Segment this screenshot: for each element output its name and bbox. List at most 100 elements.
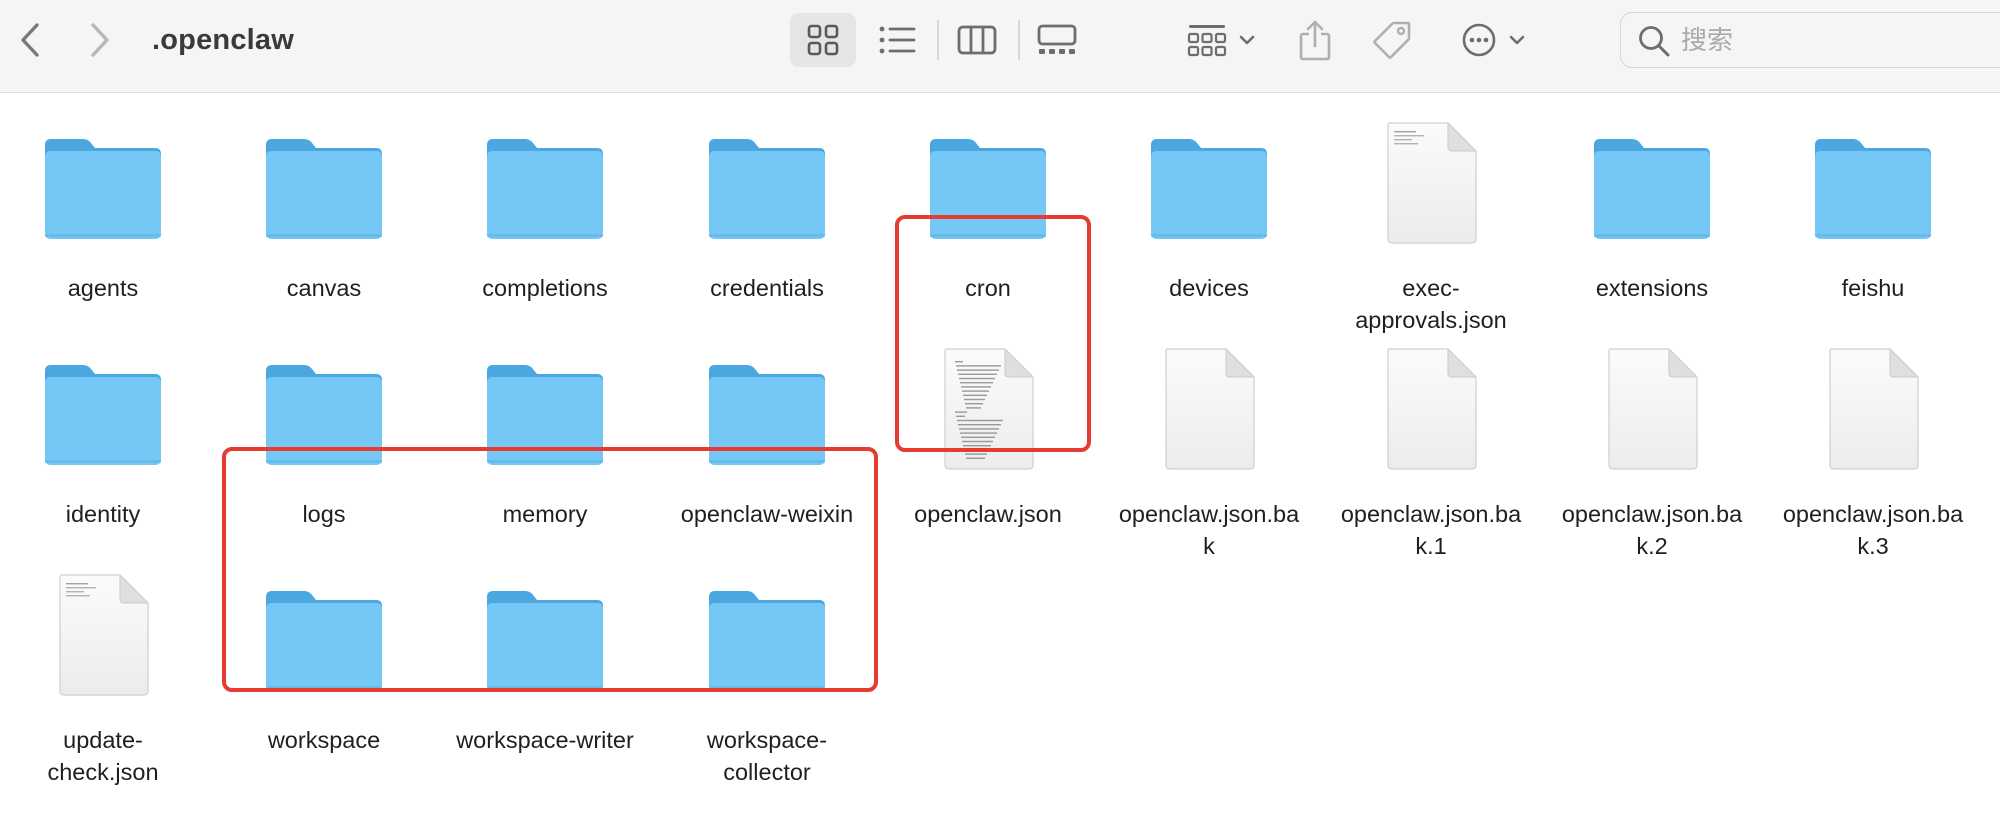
file-item-label-line: k.1 bbox=[1415, 533, 1447, 559]
file-item-label: openclaw.json bbox=[885, 498, 1091, 530]
document-icon bbox=[1106, 329, 1312, 479]
file-item-credentials[interactable]: credentials bbox=[664, 103, 870, 313]
file-item-openclaw-json-bak-2[interactable]: openclaw.json.ba k.2 bbox=[1549, 329, 1755, 559]
file-item-label-line: openclaw.json.ba bbox=[1118, 501, 1300, 527]
file-item-label-line: feishu bbox=[1841, 275, 1905, 301]
folder-icon bbox=[1770, 103, 1976, 253]
file-item-label: agents bbox=[0, 272, 206, 304]
file-item-label: workspace bbox=[221, 724, 427, 756]
more-actions-button[interactable] bbox=[1448, 13, 1538, 67]
file-item-label-line: workspace-writer bbox=[456, 727, 634, 753]
file-item-label: canvas bbox=[221, 272, 427, 304]
search-input[interactable] bbox=[1679, 21, 1983, 61]
window-title: .openclaw bbox=[152, 24, 294, 56]
folder-icon bbox=[664, 103, 870, 253]
folder-icon bbox=[442, 555, 648, 705]
file-item-openclaw-json[interactable]: openclaw.json bbox=[885, 329, 1091, 539]
search-field[interactable] bbox=[1620, 12, 2000, 68]
gallery-view-button[interactable] bbox=[1024, 13, 1090, 67]
file-item-label: update-check.json bbox=[0, 724, 206, 788]
share-icon bbox=[1298, 19, 1332, 61]
file-item-logs[interactable]: logs bbox=[221, 329, 427, 539]
file-item-label: devices bbox=[1106, 272, 1312, 304]
folder-icon bbox=[664, 555, 870, 705]
file-item-agents[interactable]: agents bbox=[0, 103, 206, 313]
file-item-openclaw-weixin[interactable]: openclaw-weixin bbox=[664, 329, 870, 539]
file-item-canvas[interactable]: canvas bbox=[221, 103, 427, 313]
group-icon bbox=[1187, 23, 1227, 57]
folder-icon bbox=[0, 329, 206, 479]
document-icon bbox=[1328, 103, 1534, 253]
chevron-down-icon bbox=[1509, 34, 1525, 46]
gallery-view-icon bbox=[1037, 24, 1077, 56]
file-item-label: openclaw.json.ba k bbox=[1106, 498, 1312, 562]
file-item-label: memory bbox=[442, 498, 648, 530]
file-item-label: exec-approvals.json bbox=[1328, 272, 1534, 336]
chevron-right-icon bbox=[89, 22, 111, 58]
list-view-button[interactable] bbox=[864, 13, 930, 67]
file-item-label-line: canvas bbox=[286, 275, 362, 301]
file-item-workspace-writer[interactable]: workspace-writer bbox=[442, 555, 648, 765]
group-button[interactable] bbox=[1176, 13, 1266, 67]
file-item-label-line: openclaw.json.ba bbox=[1782, 501, 1964, 527]
file-item-label-line: openclaw.json bbox=[914, 501, 1062, 527]
file-item-extensions[interactable]: extensions bbox=[1549, 103, 1755, 313]
document-icon bbox=[0, 555, 206, 705]
file-item-memory[interactable]: memory bbox=[442, 329, 648, 539]
file-item-exec-approvals-json[interactable]: exec-approvals.json bbox=[1328, 103, 1534, 333]
list-view-icon bbox=[878, 25, 916, 55]
file-item-feishu[interactable]: feishu bbox=[1770, 103, 1976, 313]
file-item-label-line: extensions bbox=[1595, 275, 1709, 301]
folder-icon bbox=[885, 103, 1091, 253]
file-item-label-line: openclaw.json.ba bbox=[1340, 501, 1522, 527]
document-icon bbox=[1328, 329, 1534, 479]
file-item-workspace-collector[interactable]: workspace-collector bbox=[664, 555, 870, 785]
more-icon bbox=[1461, 22, 1497, 58]
file-item-label: openclaw.json.ba k.2 bbox=[1549, 498, 1755, 562]
file-item-label: openclaw-weixin bbox=[664, 498, 870, 530]
share-button[interactable] bbox=[1290, 11, 1340, 69]
folder-icon bbox=[221, 103, 427, 253]
file-item-completions[interactable]: completions bbox=[442, 103, 648, 313]
file-item-label: extensions bbox=[1549, 272, 1755, 304]
back-button[interactable] bbox=[12, 19, 48, 61]
file-item-label-line: credentials bbox=[710, 275, 824, 301]
icon-view-icon bbox=[806, 23, 840, 57]
file-item-workspace[interactable]: workspace bbox=[221, 555, 427, 765]
file-item-label: openclaw.json.ba k.3 bbox=[1770, 498, 1976, 562]
file-item-devices[interactable]: devices bbox=[1106, 103, 1312, 313]
file-item-cron[interactable]: cron bbox=[885, 103, 1091, 313]
file-item-openclaw-json-bak-1[interactable]: openclaw.json.ba k.1 bbox=[1328, 329, 1534, 559]
forward-button[interactable] bbox=[82, 19, 118, 61]
file-grid: agents canvas completions credentials cron de… bbox=[0, 93, 2000, 821]
file-item-label-line: completions bbox=[482, 275, 608, 301]
file-item-label: workspace-writer bbox=[442, 724, 648, 756]
document-icon bbox=[1549, 329, 1755, 479]
file-item-identity[interactable]: identity bbox=[0, 329, 206, 539]
search-icon bbox=[1637, 24, 1671, 58]
toolbar-divider bbox=[937, 20, 939, 60]
file-item-label: cron bbox=[885, 272, 1091, 304]
file-item-label-line: exec- bbox=[1402, 275, 1460, 301]
file-item-label-line: workspace bbox=[267, 727, 381, 753]
file-item-label-line: agents bbox=[67, 275, 139, 301]
file-item-label-line: collector bbox=[723, 759, 811, 785]
icon-view-button[interactable] bbox=[790, 13, 856, 67]
folder-icon bbox=[1106, 103, 1312, 253]
document-icon bbox=[1770, 329, 1976, 479]
column-view-button[interactable] bbox=[944, 13, 1010, 67]
file-item-label-line: update- bbox=[63, 727, 143, 753]
file-item-label-line: workspace- bbox=[706, 727, 828, 753]
file-item-label-line: logs bbox=[302, 501, 346, 527]
folder-icon bbox=[442, 103, 648, 253]
file-item-update-check-json[interactable]: update-check.json bbox=[0, 555, 206, 785]
file-item-label-line: cron bbox=[965, 275, 1011, 301]
file-item-openclaw-json-bak[interactable]: openclaw.json.ba k bbox=[1106, 329, 1312, 559]
folder-icon bbox=[1549, 103, 1755, 253]
folder-icon bbox=[0, 103, 206, 253]
file-item-label: logs bbox=[221, 498, 427, 530]
file-item-openclaw-json-bak-3[interactable]: openclaw.json.ba k.3 bbox=[1770, 329, 1976, 559]
folder-icon bbox=[442, 329, 648, 479]
tag-icon bbox=[1372, 20, 1412, 60]
tag-button[interactable] bbox=[1365, 13, 1419, 67]
